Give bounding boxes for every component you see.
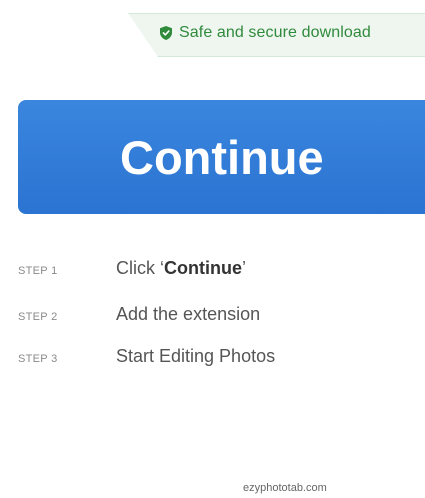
step-3-text: Start Editing Photos [116,346,276,366]
step-3: STEP 3 Start Editing Photos [18,346,275,367]
shield-icon [160,26,172,40]
step-1-prefix: Click ‘ [116,258,164,278]
step-2: STEP 2 Add the extension [18,304,260,325]
step-3-label: STEP 3 [18,353,58,365]
download-landing-page: Safe and secure download Continue STEP 1… [0,0,425,498]
step-1-text: Click ‘Continue’ [116,258,246,279]
step-2-text: Add the extension [116,304,261,324]
step-1: STEP 1 Click ‘Continue’ [18,258,246,279]
continue-button[interactable]: Continue [18,100,425,214]
step-2-label: STEP 2 [18,311,58,323]
footer-domain: ezyphototab.com [243,482,327,494]
step-1-bold: Continue [164,258,242,278]
step-1-label: STEP 1 [18,265,58,277]
secure-download-text: Safe and secure download [179,24,371,41]
step-1-suffix: ’ [242,258,246,278]
secure-download-banner-content: Safe and secure download [160,24,371,42]
